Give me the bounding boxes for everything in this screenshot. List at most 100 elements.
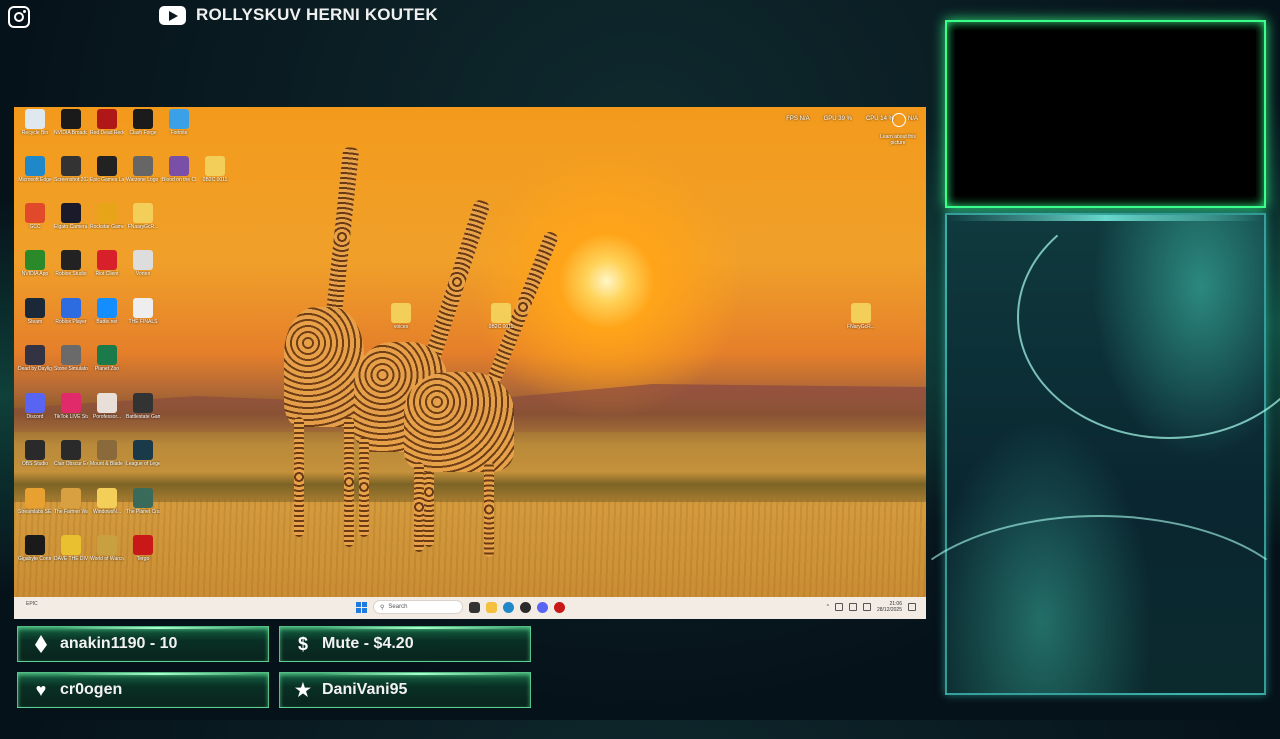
- desktop-icon-label: The Planet Crafter: [126, 509, 160, 515]
- desktop-icon-label: FNaaryGcR...: [127, 224, 159, 230]
- desktop-icon[interactable]: Epic Games Launcher: [90, 156, 124, 183]
- desktop-icon-label: 0B2C 0011: [202, 177, 228, 183]
- desktop-icon[interactable]: NVIDIA Broadcast: [54, 109, 88, 136]
- obs-icon[interactable]: [520, 601, 531, 613]
- desktop-icon[interactable]: Planet Zoo: [90, 345, 124, 372]
- app-icon: [97, 109, 117, 129]
- top-star-alert: ★ DaniVani95: [279, 672, 531, 708]
- desktop-icon-label: Elgato Camera Hub: [54, 224, 88, 230]
- taskbar-widget[interactable]: EPIC: [26, 601, 38, 607]
- app-icon: [133, 250, 153, 270]
- desktop-icon[interactable]: Recycle Bin: [18, 109, 52, 136]
- desktop-icon[interactable]: Battle.net: [90, 298, 124, 325]
- desktop-icon[interactable]: Tergo: [126, 535, 160, 562]
- taskbar-search[interactable]: ⚲ Search: [373, 600, 463, 614]
- desktop-icon[interactable]: Rockstar Games ...: [90, 203, 124, 230]
- latest-follower-text: anakin1190 - 10: [60, 635, 178, 652]
- discord-icon[interactable]: [537, 601, 548, 613]
- desktop-icon-label: GCC: [29, 224, 41, 230]
- diamond-icon: [30, 635, 52, 653]
- desktop-icon[interactable]: GCC: [18, 203, 52, 230]
- desktop-icon[interactable]: Mount & Blade II B...: [90, 440, 124, 467]
- desktop-icon[interactable]: 0B2C 0011: [198, 156, 232, 183]
- search-placeholder: Search: [388, 604, 408, 610]
- folder-voices[interactable]: voices: [384, 303, 418, 330]
- desktop-icon[interactable]: World of Warcraft: [90, 535, 124, 562]
- network-icon[interactable]: [834, 603, 843, 611]
- desktop-icon[interactable]: The Farmer Was Repl...: [54, 488, 88, 515]
- desktop-icon-label: Steam: [27, 319, 43, 325]
- desktop-icon[interactable]: Stone Simulator: [54, 345, 88, 372]
- app-icon: [97, 156, 117, 176]
- desktop-icon[interactable]: Vortex: [126, 250, 160, 277]
- desktop-icon[interactable]: Roblox Studio: [54, 250, 88, 277]
- app-icon: [25, 109, 45, 129]
- folder-0b2c[interactable]: 0B2C 0011: [484, 303, 518, 330]
- desktop-icon-label: NVIDIA App: [21, 271, 49, 277]
- desktop-icon[interactable]: FNaaryGcR...: [126, 203, 160, 230]
- file-explorer-icon[interactable]: [486, 601, 497, 613]
- dollar-icon: $: [297, 633, 308, 654]
- learn-about-picture-label[interactable]: Learn about this picture: [880, 134, 916, 146]
- app-icon[interactable]: [554, 601, 565, 613]
- app-icon: [25, 298, 45, 318]
- volume-icon[interactable]: [848, 603, 857, 611]
- folder-fnary[interactable]: FNaryGcR...: [844, 303, 878, 330]
- desktop-icon[interactable]: Discord: [18, 393, 52, 420]
- desktop-icon[interactable]: Battlestate Games L...: [126, 393, 160, 420]
- desktop-icon[interactable]: Blood on the Clocktower: [162, 156, 196, 183]
- desktop-icon[interactable]: The Planet Crafter: [126, 488, 160, 515]
- desktop-icon[interactable]: Clair Obscur Expedition 33: [54, 440, 88, 467]
- battery-icon[interactable]: [862, 603, 871, 611]
- app-icon: [133, 393, 153, 413]
- desktop-icon[interactable]: Porofessor...: [90, 393, 124, 420]
- desktop-icon[interactable]: WindowsN...: [90, 488, 124, 515]
- desktop-icon[interactable]: Dead by Daylight: [18, 345, 52, 372]
- desktop-icon[interactable]: Clash Forge: [126, 109, 160, 136]
- task-view-icon[interactable]: [469, 601, 480, 613]
- windows-start-icon[interactable]: [356, 601, 367, 613]
- glow-wave: [887, 515, 1280, 739]
- edge-icon[interactable]: [503, 601, 514, 613]
- desktop-icon[interactable]: THE FINALS: [126, 298, 160, 325]
- app-icon: [61, 250, 81, 270]
- desktop-icon[interactable]: Red Dead Redemptio...: [90, 109, 124, 136]
- learn-about-picture-icon[interactable]: [892, 113, 906, 127]
- folder-icon: [851, 303, 871, 323]
- desktop-icon-label: Fortnite: [170, 130, 188, 136]
- desktop-icon-label: Porofessor...: [92, 414, 122, 420]
- desktop-icon[interactable]: Warzone Logo Conv...: [126, 156, 160, 183]
- app-icon: [97, 203, 117, 223]
- desktop-icon-label: THE FINALS: [128, 319, 158, 325]
- desktop-icon-label: DAVE THE DIVER: [54, 556, 88, 562]
- desktop-icon[interactable]: Streamlabs SE.Live: [18, 488, 52, 515]
- app-icon: [97, 345, 117, 365]
- desktop-icon-label: NVIDIA Broadcast: [54, 130, 88, 136]
- desktop-icon-label: Clair Obscur Expedition 33: [54, 461, 88, 467]
- desktop-icon[interactable]: Steam: [18, 298, 52, 325]
- desktop-icon-label: Battle.net: [96, 319, 118, 325]
- app-icon: [25, 488, 45, 508]
- desktop-icon[interactable]: DAVE THE DIVER: [54, 535, 88, 562]
- desktop-icon-label: Discord: [26, 414, 44, 420]
- app-icon: [97, 298, 117, 318]
- desktop-icon[interactable]: Microsoft Edge: [18, 156, 52, 183]
- desktop-icon[interactable]: NVIDIA App: [18, 250, 52, 277]
- app-icon: [97, 393, 117, 413]
- desktop-icon[interactable]: Elgato Camera Hub: [54, 203, 88, 230]
- app-icon: [25, 250, 45, 270]
- latest-follower-alert: anakin1190 - 10: [17, 626, 269, 662]
- desktop-icon[interactable]: Fortnite: [162, 109, 196, 136]
- desktop-icon[interactable]: Riot Client: [90, 250, 124, 277]
- desktop-icon[interactable]: Screenshot 2025-07...: [54, 156, 88, 183]
- desktop-icon[interactable]: League of Legends: [126, 440, 160, 467]
- desktop-icon[interactable]: Roblox Player: [54, 298, 88, 325]
- extra-readout: N/A: [907, 116, 918, 122]
- desktop-icon[interactable]: OBS Studio: [18, 440, 52, 467]
- desktop-icon-label: Microsoft Edge: [18, 177, 52, 183]
- chevron-up-icon[interactable]: ^: [827, 604, 829, 610]
- desktop-icon[interactable]: Gigabyte Control: [18, 535, 52, 562]
- cpu-readout: CPU 14 %: [865, 116, 894, 122]
- desktop-icon[interactable]: TikTok LIVE Studio: [54, 393, 88, 420]
- app-icon: [25, 393, 45, 413]
